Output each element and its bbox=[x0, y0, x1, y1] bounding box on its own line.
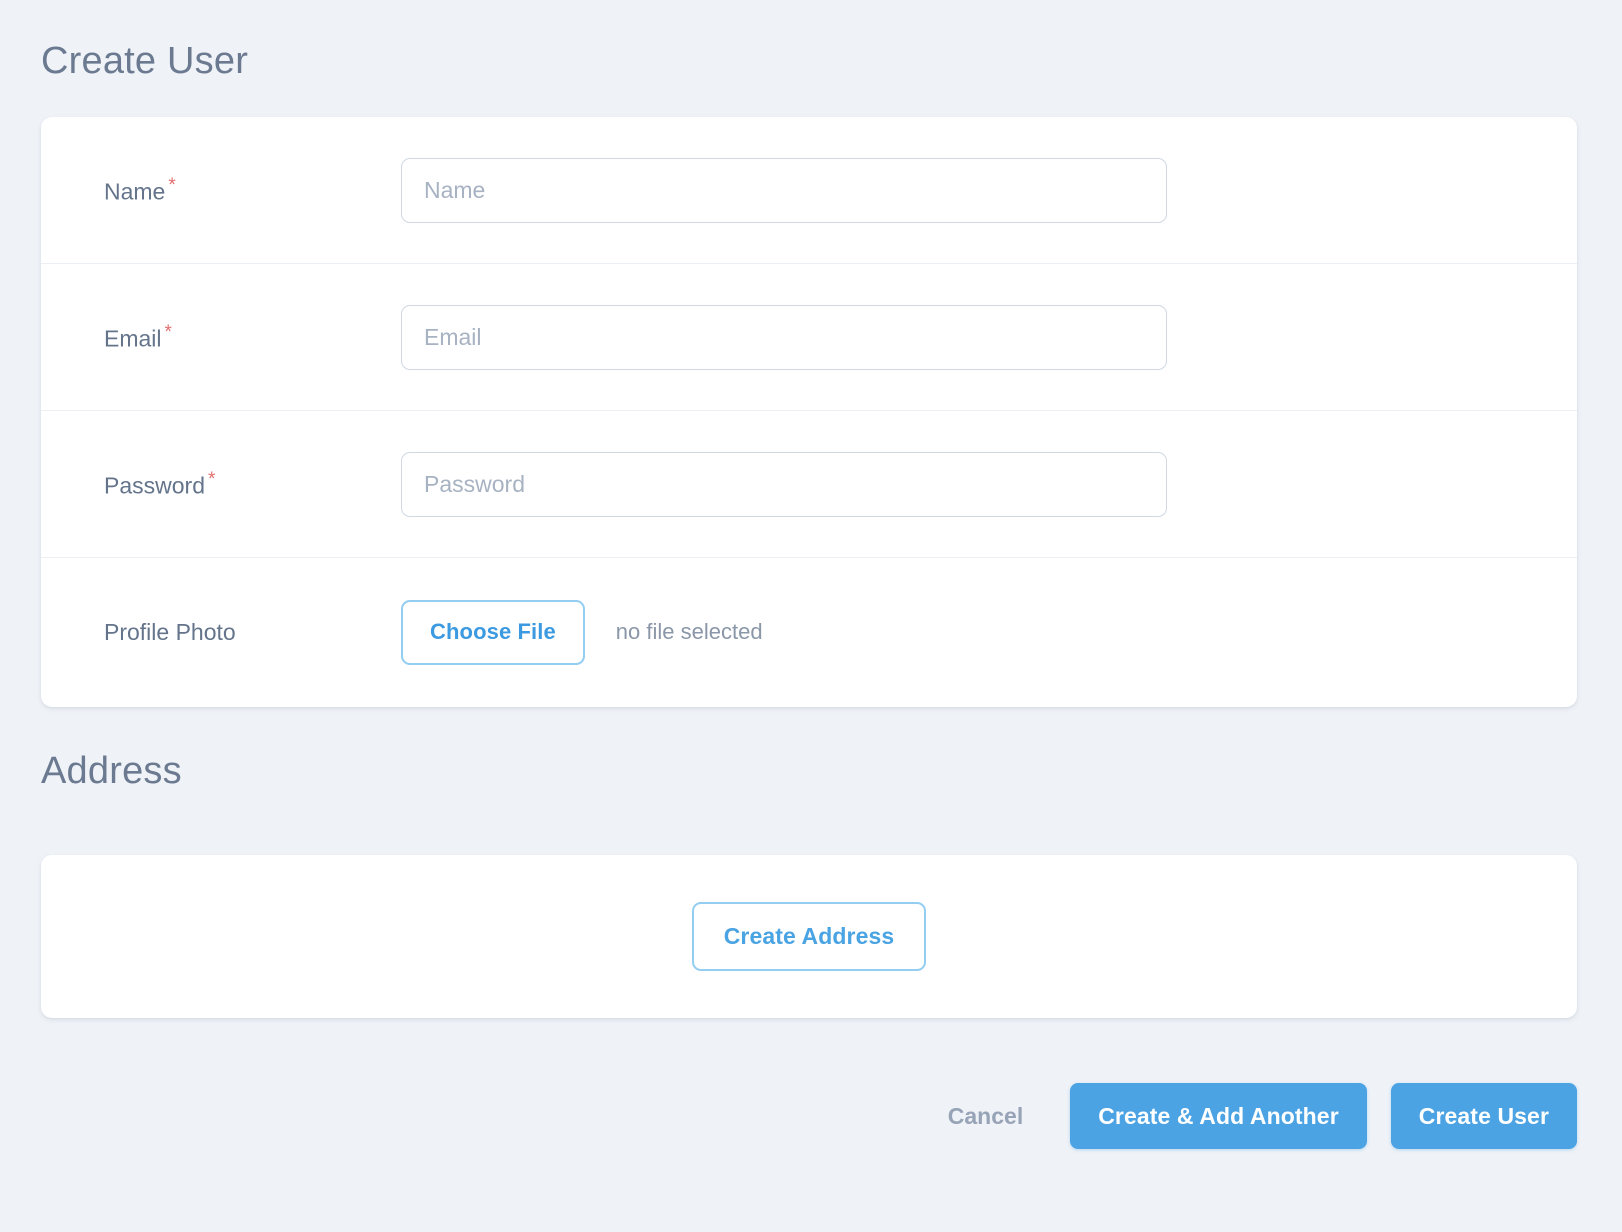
address-section-title: Address bbox=[41, 752, 182, 790]
name-input[interactable] bbox=[401, 158, 1167, 223]
file-picker-group: Choose File no file selected bbox=[401, 600, 763, 665]
file-selection-status: no file selected bbox=[616, 619, 763, 645]
field-label-password: Password* bbox=[104, 470, 401, 498]
create-user-page: Create User Name* Email* Password* bbox=[0, 0, 1622, 1232]
create-address-button[interactable]: Create Address bbox=[692, 902, 927, 971]
form-action-bar: Cancel Create & Add Another Create User bbox=[41, 1083, 1577, 1149]
create-and-add-another-button[interactable]: Create & Add Another bbox=[1070, 1083, 1367, 1149]
required-asterisk-icon: * bbox=[208, 469, 215, 490]
password-input[interactable] bbox=[401, 452, 1167, 517]
cancel-button[interactable]: Cancel bbox=[948, 1103, 1023, 1130]
required-asterisk-icon: * bbox=[165, 322, 172, 343]
address-card: Create Address bbox=[41, 855, 1577, 1018]
form-row-name: Name* bbox=[41, 117, 1577, 264]
form-row-email: Email* bbox=[41, 264, 1577, 411]
form-row-password: Password* bbox=[41, 411, 1577, 558]
field-label-profile-photo: Profile Photo bbox=[104, 621, 401, 644]
create-user-button[interactable]: Create User bbox=[1391, 1083, 1577, 1149]
form-row-profile-photo: Profile Photo Choose File no file select… bbox=[41, 558, 1577, 706]
user-form-card: Name* Email* Password* Profile Photo Cho… bbox=[41, 117, 1577, 707]
address-card-body: Create Address bbox=[41, 855, 1577, 1018]
field-label-name-text: Name bbox=[104, 179, 165, 205]
email-input[interactable] bbox=[401, 305, 1167, 370]
choose-file-button[interactable]: Choose File bbox=[401, 600, 585, 665]
field-label-name: Name* bbox=[104, 176, 401, 204]
field-label-email-text: Email bbox=[104, 326, 162, 352]
page-title: Create User bbox=[41, 42, 248, 80]
field-label-profile-photo-text: Profile Photo bbox=[104, 619, 236, 645]
field-label-password-text: Password bbox=[104, 473, 205, 499]
field-label-email: Email* bbox=[104, 323, 401, 351]
required-asterisk-icon: * bbox=[168, 175, 175, 196]
